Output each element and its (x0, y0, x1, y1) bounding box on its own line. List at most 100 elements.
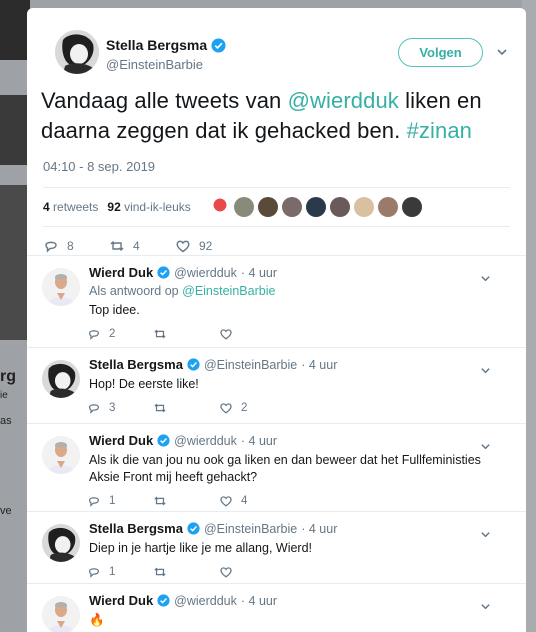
chevron-down-icon[interactable] (480, 365, 491, 376)
retweet-icon (154, 403, 166, 413)
like-count: 2 (241, 402, 248, 414)
reply-time[interactable]: · 4 uur (301, 522, 337, 536)
liker-avatar[interactable] (401, 197, 422, 217)
retweet-icon (154, 496, 166, 506)
chevron-down-icon[interactable] (480, 601, 491, 612)
reply-author-name[interactable]: Wierd Duk (89, 433, 153, 448)
reply-to-line: Als antwoord op @EinsteinBarbie (89, 284, 496, 298)
reply-body: Wierd Duk @wierdduk · 4 uur Als antwoord… (89, 256, 526, 349)
likes-stat[interactable]: 92 vind-ik-leuks (107, 200, 190, 214)
avatar[interactable] (42, 524, 80, 562)
retweet-button[interactable] (153, 494, 219, 508)
reply-text: 🔥 (89, 613, 105, 627)
reply-icon (89, 497, 99, 507)
liker-avatar[interactable] (305, 197, 326, 217)
retweet-count: 4 (133, 239, 140, 253)
background-text: as (0, 415, 12, 427)
reply-tweet[interactable]: Wierd Duk @wierdduk · 4 uur Als ik die v… (27, 424, 526, 512)
liker-avatar[interactable] (329, 197, 350, 217)
reply-author-name[interactable]: Stella Bergsma (89, 357, 183, 372)
reply-tweet[interactable]: Wierd Duk @wierdduk · 4 uur 🔥 (27, 584, 526, 632)
heart-icon (220, 403, 232, 414)
reply-actions: 3 2 (87, 393, 496, 423)
reply-author-name[interactable]: Stella Bergsma (89, 521, 183, 536)
reply-body: Stella Bergsma @EinsteinBarbie · 4 uur D… (89, 512, 526, 587)
background-image-strip (0, 0, 30, 60)
reply-count: 1 (109, 495, 116, 507)
avatar-image-icon (42, 436, 80, 474)
retweet-button[interactable] (153, 565, 219, 579)
chevron-down-icon[interactable] (480, 273, 491, 284)
chevron-down-icon[interactable] (480, 441, 491, 452)
chevron-down-icon[interactable] (480, 529, 491, 540)
like-button[interactable]: 4 (219, 494, 285, 508)
liker-avatar[interactable] (281, 197, 302, 217)
verified-badge-icon (157, 434, 170, 447)
reply-author-handle[interactable]: @wierdduk (174, 594, 237, 608)
reply-icon (89, 568, 99, 578)
reply-button[interactable]: 3 (87, 401, 153, 415)
liker-avatar[interactable] (377, 197, 398, 217)
reply-tweet[interactable]: Wierd Duk @wierdduk · 4 uur Als antwoord… (27, 256, 526, 348)
liker-avatars (209, 197, 422, 217)
reply-time[interactable]: · 4 uur (241, 594, 277, 608)
like-button[interactable]: 92 (175, 238, 241, 254)
follow-button[interactable]: Volgen (398, 38, 483, 67)
verified-badge-icon (211, 37, 226, 53)
avatar-image-icon (42, 360, 80, 398)
avatar[interactable] (42, 360, 80, 398)
verified-badge-icon (187, 358, 200, 371)
liker-avatar[interactable] (257, 197, 278, 217)
reply-actions: 2 (87, 319, 496, 349)
background-text: rg (0, 368, 16, 385)
reply-button[interactable]: 1 (87, 494, 153, 508)
reply-count: 1 (109, 566, 116, 578)
avatar[interactable] (42, 268, 80, 306)
heart-icon (176, 240, 190, 253)
background-text: ie (0, 390, 8, 401)
reply-time[interactable]: · 4 uur (301, 358, 337, 372)
reply-author-name[interactable]: Wierd Duk (89, 265, 153, 280)
verified-badge-icon (157, 266, 170, 279)
author-handle[interactable]: @EinsteinBarbie (106, 57, 203, 72)
reply-author-handle[interactable]: @wierdduk (174, 434, 237, 448)
tweet-timestamp[interactable]: 04:10 - 8 sep. 2019 (43, 159, 510, 174)
liker-avatar[interactable] (209, 197, 230, 217)
like-button[interactable] (219, 565, 285, 579)
reply-header: Stella Bergsma @EinsteinBarbie · 4 uur (89, 521, 496, 536)
chevron-down-icon[interactable] (496, 46, 508, 58)
avatar-image-icon (42, 524, 80, 562)
reply-author-handle[interactable]: @EinsteinBarbie (204, 522, 297, 536)
author-name[interactable]: Stella Bergsma (106, 37, 226, 53)
retweet-button[interactable] (153, 327, 219, 341)
mention-link[interactable]: @wierdduk (288, 88, 399, 113)
avatar[interactable] (42, 596, 80, 632)
hashtag-link[interactable]: #zinan (407, 118, 472, 143)
reply-button[interactable]: 2 (87, 327, 153, 341)
retweets-count: 4 (43, 200, 50, 214)
liker-avatar[interactable] (233, 197, 254, 217)
like-button[interactable] (219, 327, 285, 341)
reply-tweet[interactable]: Stella Bergsma @EinsteinBarbie · 4 uur H… (27, 348, 526, 424)
reply-text: Hop! De eerste like! (89, 377, 199, 391)
reply-body: Wierd Duk @wierdduk · 4 uur 🔥 (89, 584, 526, 629)
tweet-text-part: Vandaag alle tweets van (41, 88, 288, 113)
avatar[interactable] (55, 30, 99, 74)
avatar[interactable] (42, 436, 80, 474)
retweets-stat[interactable]: 4 retweets (43, 200, 98, 214)
retweet-button[interactable] (153, 401, 219, 415)
retweet-button[interactable]: 4 (109, 238, 175, 254)
reply-author-name[interactable]: Wierd Duk (89, 593, 153, 608)
reply-button[interactable]: 1 (87, 565, 153, 579)
reply-tweet[interactable]: Stella Bergsma @EinsteinBarbie · 4 uur D… (27, 512, 526, 584)
like-button[interactable]: 2 (219, 401, 285, 415)
reply-button[interactable]: 8 (43, 238, 109, 254)
reply-author-handle[interactable]: @EinsteinBarbie (204, 358, 297, 372)
reply-time[interactable]: · 4 uur (241, 434, 277, 448)
avatar-image-icon (42, 596, 80, 632)
reply-to-handle[interactable]: @EinsteinBarbie (182, 284, 275, 298)
avatar-image-icon (55, 30, 99, 74)
reply-time[interactable]: · 4 uur (241, 266, 277, 280)
reply-author-handle[interactable]: @wierdduk (174, 266, 237, 280)
liker-avatar[interactable] (353, 197, 374, 217)
